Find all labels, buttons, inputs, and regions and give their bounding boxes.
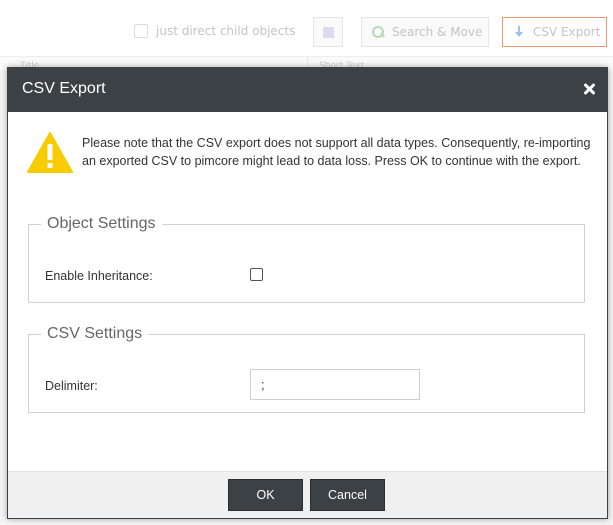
search-icon [371,25,385,39]
search-move-button[interactable]: Search & Move [361,17,489,47]
dialog-title: CSV Export [22,80,106,97]
dialog-footer: OK Cancel [8,471,607,518]
warning-icon [27,132,73,173]
ok-button[interactable]: OK [228,479,303,511]
close-icon[interactable] [581,81,597,97]
download-icon [512,25,526,39]
delimiter-label: Delimiter: [45,379,98,393]
dialog-header: CSV Export [8,68,607,112]
enable-inheritance-checkbox[interactable] [250,268,263,281]
csv-export-dialog: CSV Export Please note that the CSV expo… [7,67,608,519]
object-settings-legend: Object Settings [47,215,156,232]
batch-edit-button[interactable] [313,17,343,47]
batch-icon [323,27,334,38]
warning-message: Please note that the CSV export does not… [82,136,591,168]
direct-children-checkbox[interactable] [134,24,148,38]
csv-settings-legend: CSV Settings [47,325,143,342]
search-move-label: Search & Move [392,25,483,39]
cancel-button[interactable]: Cancel [310,479,385,511]
csv-settings-group: CSV Settings Delimiter: [28,325,585,413]
delimiter-input[interactable] [250,369,420,400]
grid-toolbar: just direct child objects Search & Move … [0,0,613,56]
enable-inheritance-label: Enable Inheritance: [45,269,153,283]
csv-export-label: CSV Export [533,25,601,39]
csv-export-button[interactable]: CSV Export [502,17,607,47]
object-settings-group: Object Settings Enable Inheritance: [28,215,585,303]
direct-children-label: just direct child objects [156,24,296,38]
